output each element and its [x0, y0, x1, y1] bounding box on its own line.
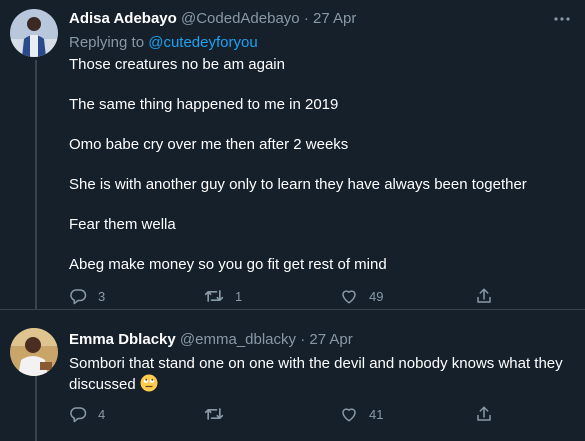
replying-to: Replying to @cutedeyforyou: [69, 34, 258, 51]
heart-icon: [340, 287, 358, 305]
replying-to-handle-link[interactable]: @cutedeyforyou: [148, 34, 257, 51]
reply-icon: [69, 405, 87, 423]
retweet-button[interactable]: 1: [204, 287, 242, 305]
retweet-button[interactable]: [204, 405, 235, 423]
more-horizontal-icon[interactable]: [553, 10, 571, 33]
share-button[interactable]: [475, 405, 493, 423]
retweet-icon: [204, 405, 224, 423]
tweet-paragraph: Abeg make money so you go fit get rest o…: [69, 256, 387, 273]
reply-count: 4: [98, 406, 106, 422]
like-count: 49: [369, 288, 384, 304]
tweet-text: Sombori that stand one on one with the d…: [69, 354, 571, 395]
user-handle[interactable]: @emma_dblacky: [180, 331, 296, 348]
reply-button[interactable]: 4: [69, 405, 105, 423]
like-button[interactable]: 41: [340, 405, 383, 423]
reply-icon: [69, 287, 87, 305]
share-icon: [475, 287, 493, 305]
display-name[interactable]: Emma Dblacky: [69, 331, 176, 348]
replying-to-label: Replying to: [69, 34, 145, 51]
retweet-count: 1: [235, 288, 243, 304]
rolling-eyes-emoji: [140, 374, 158, 392]
tweet-date[interactable]: 27 Apr: [309, 331, 352, 348]
thread-line: [35, 60, 37, 309]
avatar[interactable]: [10, 9, 58, 57]
share-icon: [475, 405, 493, 423]
tweet-header: Emma Dblacky @emma_dblacky · 27 Apr: [69, 331, 353, 348]
retweet-icon: [204, 287, 224, 305]
heart-icon: [340, 405, 358, 423]
display-name[interactable]: Adisa Adebayo: [69, 10, 177, 27]
tweet-paragraph: Omo babe cry over me then after 2 weeks: [69, 136, 349, 153]
tweet-paragraph: Those creatures no be am again: [69, 56, 285, 73]
tweet[interactable]: Emma Dblacky @emma_dblacky · 27 Apr Somb…: [0, 310, 585, 441]
share-button[interactable]: [475, 287, 493, 305]
tweet-date[interactable]: 27 Apr: [313, 10, 356, 27]
like-button[interactable]: 49: [340, 287, 383, 305]
tweet-header: Adisa Adebayo @CodedAdebayo · 27 Apr: [69, 10, 356, 27]
tweet[interactable]: Adisa Adebayo @CodedAdebayo · 27 Apr Rep…: [0, 0, 585, 310]
tweet-paragraph: She is with another guy only to learn th…: [69, 176, 527, 193]
avatar[interactable]: [10, 328, 58, 376]
separator-dot: ·: [300, 331, 306, 348]
reply-count: 3: [98, 288, 106, 304]
tweet-paragraph: The same thing happened to me in 2019: [69, 96, 339, 113]
like-count: 41: [369, 406, 384, 422]
tweet-text: Those creatures no be am again The same …: [69, 55, 571, 275]
tweet-paragraph: Fear them wella: [69, 216, 176, 233]
reply-button[interactable]: 3: [69, 287, 105, 305]
user-handle[interactable]: @CodedAdebayo: [181, 10, 300, 27]
separator-dot: ·: [303, 10, 309, 27]
thread-line: [35, 376, 37, 441]
